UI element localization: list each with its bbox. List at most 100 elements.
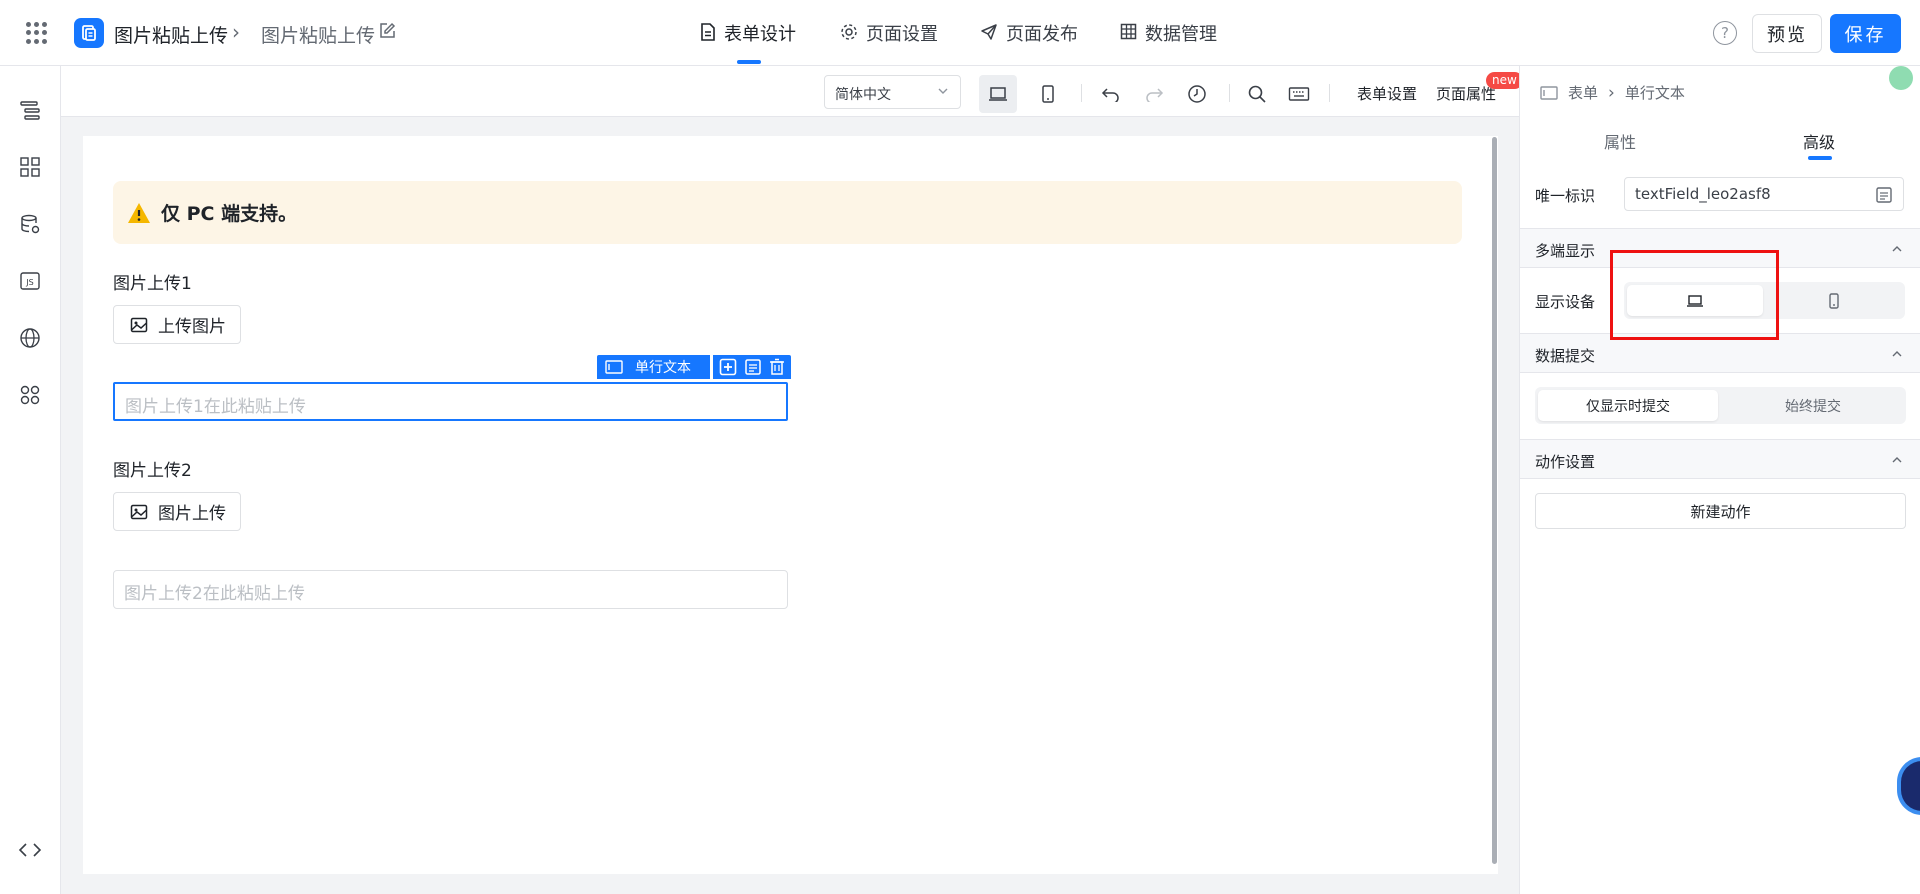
trash-icon[interactable]	[769, 358, 785, 376]
device-mobile-option[interactable]	[1766, 285, 1902, 316]
history-button[interactable]	[1178, 75, 1216, 113]
upload-button-label: 图片上传	[158, 504, 226, 524]
language-select[interactable]: 简体中文	[824, 75, 961, 109]
app-grid-icon[interactable]	[26, 22, 48, 44]
new-badge: new	[1486, 72, 1523, 89]
textfield-icon	[605, 360, 623, 374]
tab-label: 页面设置	[866, 24, 938, 45]
field-label: 图片上传2	[113, 461, 192, 481]
undo-button[interactable]	[1092, 75, 1130, 113]
language-value: 简体中文	[835, 87, 891, 103]
paste-upload-input-1[interactable]: 图片上传1在此粘贴上传	[113, 382, 788, 421]
code-icon[interactable]	[18, 838, 42, 862]
active-tab-indicator	[737, 60, 761, 64]
display-device-label: 显示设备	[1535, 293, 1596, 311]
breadcrumb-form[interactable]: 表单	[1568, 82, 1598, 103]
upload-image-button[interactable]: 图片上传	[113, 492, 241, 531]
help-icon[interactable]: ?	[1713, 21, 1737, 45]
chevron-up-icon	[1892, 457, 1902, 463]
copy-icon[interactable]	[1875, 186, 1893, 204]
mobile-icon	[1042, 85, 1054, 103]
chevron-up-icon	[1892, 246, 1902, 252]
page-title: 图片粘贴上传	[261, 25, 376, 47]
tab-page-settings[interactable]: 页面设置	[840, 20, 938, 66]
laptop-icon	[989, 87, 1007, 101]
mobile-view-button[interactable]	[1029, 75, 1067, 113]
panel-breadcrumb: 表单 › 单行文本	[1540, 82, 1685, 103]
tab-advanced[interactable]: 高级	[1803, 129, 1835, 153]
mobile-icon	[1829, 292, 1839, 309]
undo-icon	[1101, 88, 1119, 102]
js-icon[interactable]: JS	[18, 269, 42, 293]
selected-component-toolbar: 单行文本	[597, 355, 791, 379]
component-type-tag[interactable]: 单行文本	[597, 355, 710, 379]
status-indicator	[1889, 66, 1913, 90]
preview-button[interactable]: 预览	[1752, 14, 1822, 53]
submit-always-option[interactable]: 始终提交	[1723, 390, 1903, 421]
form-settings-button[interactable]: 表单设置	[1357, 83, 1417, 104]
apps-icon[interactable]	[18, 383, 42, 407]
submit-when-visible-option[interactable]: 仅显示时提交	[1538, 390, 1718, 421]
gear-icon	[841, 24, 857, 40]
toolbar-divider	[1081, 84, 1082, 102]
toolbar-divider	[1229, 84, 1230, 102]
chevron-right-icon: ›	[232, 20, 240, 44]
image-icon	[130, 317, 148, 332]
tab-page-publish[interactable]: 页面发布	[980, 20, 1078, 66]
table-icon	[1120, 23, 1137, 40]
image-icon	[130, 504, 148, 519]
new-action-button[interactable]: 新建动作	[1535, 493, 1906, 529]
active-tab-indicator	[1808, 156, 1832, 160]
add-icon[interactable]	[719, 358, 737, 376]
redo-icon	[1146, 88, 1164, 102]
clock-icon	[1188, 85, 1206, 103]
components-icon[interactable]	[18, 155, 42, 179]
unique-id-field[interactable]: textField_leo2asf8	[1624, 177, 1904, 211]
page-properties-button[interactable]: 页面属性	[1436, 83, 1496, 104]
chevron-down-icon	[938, 88, 948, 94]
submit-mode-toggle: 仅显示时提交 始终提交	[1535, 387, 1906, 424]
warning-icon	[128, 202, 150, 223]
component-actions	[713, 355, 791, 379]
tab-data-management[interactable]: 数据管理	[1120, 20, 1217, 66]
search-button[interactable]	[1238, 75, 1276, 113]
canvas-scrollbar[interactable]	[1492, 137, 1497, 864]
section-title: 数据提交	[1535, 347, 1596, 365]
toolbar-divider	[1329, 84, 1330, 102]
search-icon	[1248, 85, 1266, 103]
document-icon	[701, 23, 715, 41]
globe-icon[interactable]	[18, 326, 42, 350]
tab-label: 页面发布	[1006, 24, 1078, 45]
editor-toolbar: 简体中文 表单设置 页面属性 new	[61, 66, 1523, 117]
highlight-annotation-box	[1610, 250, 1779, 340]
tab-label: 数据管理	[1145, 24, 1217, 45]
chevron-up-icon	[1892, 351, 1902, 357]
chevron-right-icon: ›	[1608, 82, 1615, 103]
keyboard-button[interactable]	[1280, 75, 1318, 113]
copy-icon[interactable]	[744, 358, 762, 376]
top-bar: 图片粘贴上传 › 图片粘贴上传 表单设计 页面设置 页面发布 数据管理 ? 预览…	[0, 0, 1920, 66]
app-logo	[74, 18, 104, 48]
edit-icon[interactable]	[378, 22, 396, 44]
form-icon	[1540, 85, 1558, 100]
unique-id-label: 唯一标识	[1535, 187, 1596, 205]
notice-banner: 仅 PC 端支持。	[113, 181, 1462, 244]
unique-id-value: textField_leo2asf8	[1635, 185, 1771, 203]
section-actions[interactable]: 动作设置	[1520, 439, 1920, 479]
redo-button[interactable]	[1135, 75, 1173, 113]
upload-button-label: 上传图片	[158, 317, 226, 337]
datasource-icon[interactable]	[18, 212, 42, 236]
paste-upload-input-2[interactable]: 图片上传2在此粘贴上传	[113, 570, 788, 609]
breadcrumb-current: 单行文本	[1624, 84, 1685, 102]
component-type-label: 单行文本	[635, 360, 691, 376]
pc-view-button[interactable]	[979, 75, 1017, 113]
field-label: 图片上传1	[113, 274, 192, 294]
tab-properties[interactable]: 属性	[1604, 129, 1636, 153]
outline-icon[interactable]	[18, 98, 42, 122]
svg-text:JS: JS	[25, 278, 33, 287]
section-title: 动作设置	[1535, 453, 1596, 471]
upload-image-button[interactable]: 上传图片	[113, 305, 241, 344]
save-button[interactable]: 保存	[1830, 14, 1901, 53]
form-card	[83, 136, 1498, 874]
app-title[interactable]: 图片粘贴上传	[114, 21, 228, 48]
